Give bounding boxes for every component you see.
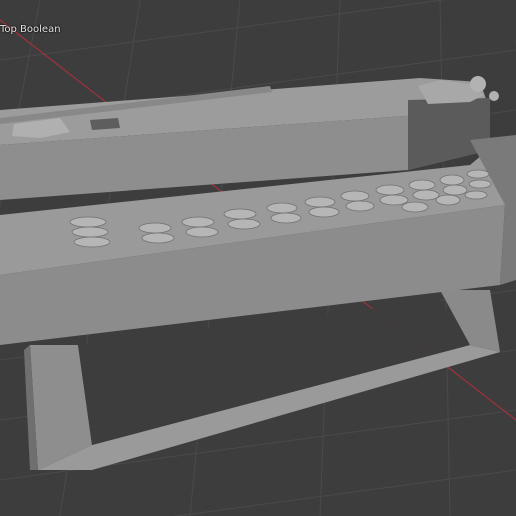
3d-viewport[interactable]: Top Boolean xyxy=(0,0,516,516)
viewport-scene[interactable] xyxy=(0,0,516,516)
object-name-label: Top Boolean xyxy=(0,24,61,35)
